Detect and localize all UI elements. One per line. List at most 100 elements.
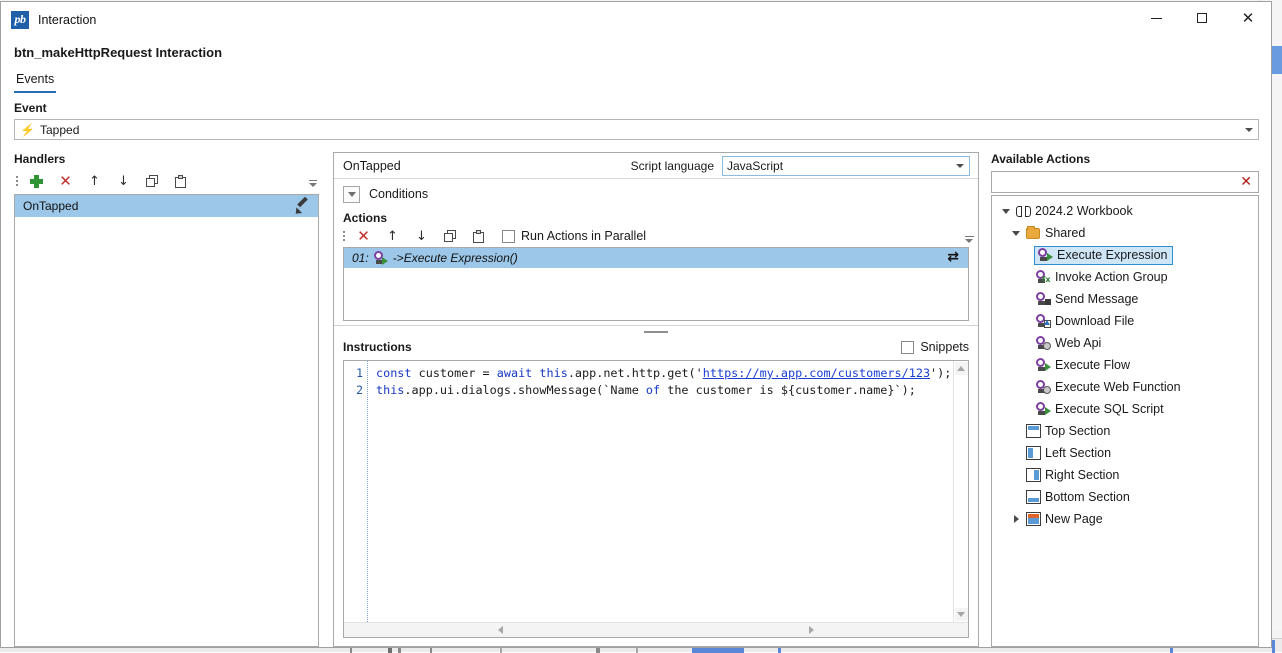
code-token: '); [930, 366, 951, 380]
copy-action-button[interactable] [436, 226, 465, 246]
toolbar-overflow-button[interactable] [962, 227, 976, 243]
tab-events[interactable]: Events [14, 72, 56, 93]
editor-body: 12 const customer = await this.app.net.h… [344, 361, 968, 622]
available-actions-search[interactable]: ✕ [991, 171, 1259, 193]
snippets-checkbox[interactable]: Snippets [901, 340, 969, 354]
tree-toggle[interactable] [998, 209, 1014, 214]
action-web-icon [1036, 380, 1051, 394]
tree-item-label: Execute SQL Script [1055, 402, 1164, 416]
maximize-button[interactable] [1179, 2, 1225, 34]
code-token: .app.net.http.get(' [568, 366, 703, 380]
pencil-icon[interactable] [295, 198, 310, 213]
minimize-button[interactable] [1133, 2, 1179, 34]
scroll-right-icon[interactable] [805, 624, 818, 637]
tree-item-icon [1034, 402, 1052, 416]
move-action-down-button[interactable]: ↓ [407, 226, 436, 246]
scroll-up-icon[interactable] [955, 362, 968, 375]
background-accent-bar [1272, 46, 1282, 74]
handler-detail-panel: OnTapped Script language JavaScript Cond… [333, 152, 979, 647]
folder-icon [1026, 228, 1040, 239]
conditions-expander-button[interactable] [343, 186, 360, 203]
code-token: of [646, 383, 660, 397]
scroll-down-icon[interactable] [955, 608, 968, 621]
code-link[interactable]: https://my.app.com/customers/123 [703, 366, 930, 380]
tree-item-right-section[interactable]: Right Section [992, 464, 1258, 486]
code-text[interactable]: const customer = await this.app.net.http… [368, 361, 953, 622]
list-item[interactable]: OnTapped [15, 195, 318, 217]
handler-name: OnTapped [23, 199, 78, 213]
instructions-header: Instructions Snippets [334, 337, 978, 357]
handlers-list[interactable]: OnTapped [14, 194, 319, 647]
delete-action-button[interactable]: ✕ [349, 226, 378, 246]
delete-handler-button[interactable]: ✕ [51, 171, 80, 191]
move-handler-down-button[interactable]: ↓ [109, 171, 138, 191]
script-language-dropdown[interactable]: JavaScript [722, 156, 970, 176]
tree-item-top-section[interactable]: Top Section [992, 420, 1258, 442]
editor-horizontal-scrollbar[interactable] [344, 622, 968, 637]
tree-item-web-api[interactable]: Web Api [992, 332, 1258, 354]
tree-item-shared[interactable]: Shared [992, 222, 1258, 244]
tree-item-send-message[interactable]: Send Message [992, 288, 1258, 310]
tree-toggle[interactable] [1008, 515, 1024, 523]
event-selected-value: Tapped [40, 123, 79, 137]
tree-item-label: Right Section [1045, 468, 1119, 482]
tree-item-execute-expression[interactable]: Execute Expression [992, 244, 1258, 266]
action-play-icon [1038, 248, 1053, 262]
code-token: .app.ui.dialogs.showMessage(`Name [404, 383, 645, 397]
checkbox-box [502, 230, 515, 243]
toolbar-grip-icon[interactable] [14, 174, 20, 188]
arrow-up-icon: ↑ [387, 230, 398, 243]
tree-item-bottom-section[interactable]: Bottom Section [992, 486, 1258, 508]
tree-item-icon [1034, 336, 1052, 350]
tree-selection-box: Execute Expression [1034, 246, 1173, 265]
table-row[interactable]: 01: ->Execute Expression() ⇄ [344, 248, 968, 268]
move-action-up-button[interactable]: ↑ [378, 226, 407, 246]
event-dropdown[interactable]: ⚡ Tapped [14, 119, 1259, 140]
tree-item-icon [1024, 468, 1042, 482]
plus-icon [30, 175, 43, 188]
swap-icon[interactable]: ⇄ [947, 250, 959, 264]
tree-item-execute-sql-script[interactable]: Execute SQL Script [992, 398, 1258, 420]
available-actions-tree[interactable]: 2024.2 Workbook Shared Execute Expressionf… [991, 195, 1259, 647]
arrow-up-icon: ↑ [89, 175, 100, 188]
tree-toggle[interactable] [1008, 231, 1024, 236]
chevron-down-icon [956, 164, 964, 168]
tree-item-label: Execute Flow [1055, 358, 1130, 372]
close-button[interactable]: ✕ [1225, 2, 1271, 34]
clear-search-icon[interactable]: ✕ [1240, 175, 1252, 189]
actions-label: Actions [343, 211, 978, 225]
tree-item-label: Download File [1055, 314, 1134, 328]
tree-item-execute-web-function[interactable]: Execute Web Function [992, 376, 1258, 398]
app-logo-icon: pb [11, 11, 29, 29]
tree-item-left-section[interactable]: Left Section [992, 442, 1258, 464]
tree-item-execute-flow[interactable]: Execute Flow [992, 354, 1258, 376]
tree-item-2024-2-workbook[interactable]: 2024.2 Workbook [992, 200, 1258, 222]
run-actions-in-parallel-checkbox[interactable]: Run Actions in Parallel [502, 229, 646, 243]
tree-item-download-file[interactable]: Download File [992, 310, 1258, 332]
paste-action-button[interactable] [465, 226, 494, 246]
tree-item-label: Execute Web Function [1055, 380, 1181, 394]
handlers-label: Handlers [14, 152, 319, 166]
script-language-value: JavaScript [727, 159, 783, 173]
editor-vertical-scrollbar[interactable] [953, 361, 968, 622]
scroll-left-icon[interactable] [494, 624, 507, 637]
toolbar-overflow-button[interactable] [307, 173, 319, 187]
copy-handler-button[interactable] [138, 171, 167, 191]
paste-handler-button[interactable] [167, 171, 196, 191]
tree-item-new-page[interactable]: New Page [992, 508, 1258, 530]
line-number: 2 [344, 382, 363, 399]
tree-item-invoke-action-group[interactable]: fxInvoke Action Group [992, 266, 1258, 288]
tree-item-icon [1024, 228, 1042, 239]
move-handler-up-button[interactable]: ↑ [80, 171, 109, 191]
code-token: customer = [419, 366, 497, 380]
actions-list[interactable]: 01: ->Execute Expression() ⇄ [343, 247, 969, 321]
code-token: this [376, 383, 404, 397]
actions-instructions-splitter[interactable] [334, 325, 978, 337]
conditions-label: Conditions [369, 187, 428, 201]
title-bar: pb Interaction ✕ [1, 2, 1271, 37]
paste-icon [473, 230, 486, 243]
instructions-editor[interactable]: 12 const customer = await this.app.net.h… [343, 360, 969, 638]
tree-item-label: 2024.2 Workbook [1035, 204, 1133, 218]
toolbar-grip-icon[interactable] [341, 229, 347, 243]
add-handler-button[interactable] [22, 171, 51, 191]
